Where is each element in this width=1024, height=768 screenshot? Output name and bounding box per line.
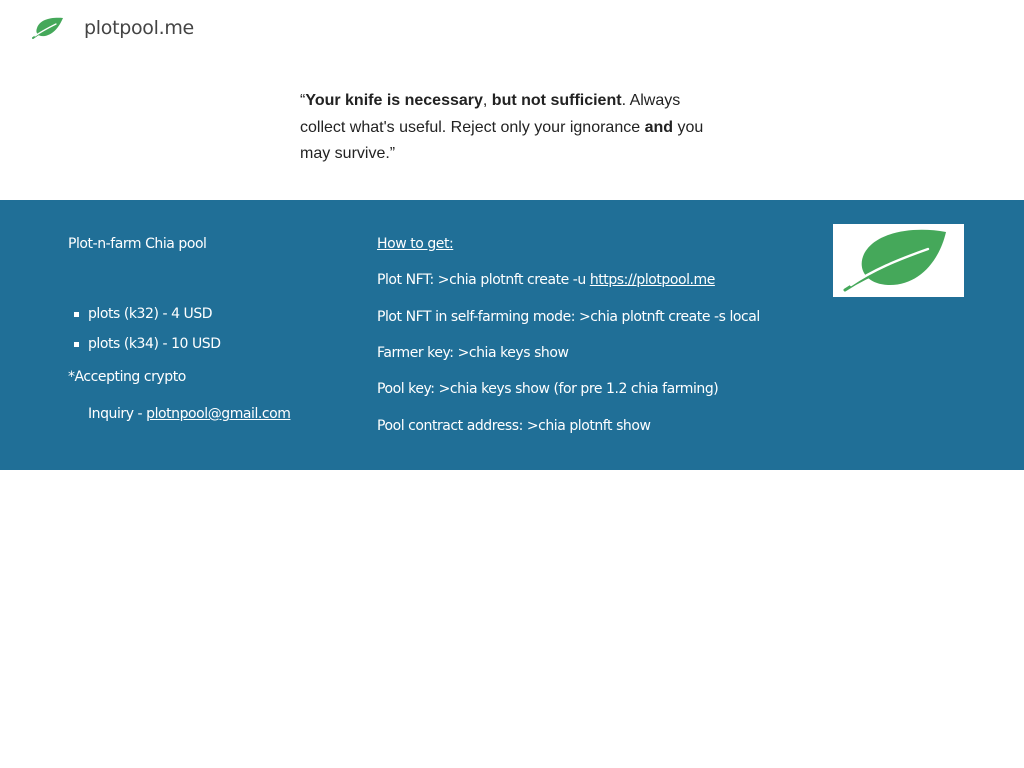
inquiry-email-link[interactable]: plotnpool@gmail.com [146, 406, 291, 422]
plotpool-url-link[interactable]: https://plotpool.me [590, 272, 716, 288]
how-to-heading: How to get: [377, 236, 454, 252]
price-list: plots (k32) - 4 USD plots (k34) - 10 USD [68, 304, 221, 364]
price-k34: plots (k34) - 10 USD [88, 336, 221, 352]
plot-nft-label: Plot NFT: >chia plotnft create -u [377, 272, 590, 288]
bullet-icon [74, 342, 79, 347]
list-item: plots (k34) - 10 USD [68, 334, 221, 364]
plot-nft-line: Plot NFT: >chia plotnft create -u https:… [377, 272, 715, 288]
leaf-icon[interactable] [32, 16, 64, 40]
site-header: plotpool.me [0, 0, 1024, 60]
footer-logo [833, 224, 964, 297]
self-farming-line: Plot NFT in self-farming mode: >chia plo… [377, 309, 760, 325]
inquiry-line: Inquiry - plotnpool@gmail.com [88, 406, 291, 422]
list-item: plots (k32) - 4 USD [68, 304, 221, 334]
contract-address-line: Pool contract address: >chia plotnft sho… [377, 418, 651, 434]
leaf-icon [843, 229, 946, 292]
site-name-link[interactable]: plotpool.me [84, 17, 194, 39]
quote-bold-3: but not sufficient [491, 92, 622, 109]
site-footer: Plot-n-farm Chia pool plots (k32) - 4 US… [0, 200, 1024, 470]
quote-text-2: , [482, 92, 492, 109]
inquiry-label: Inquiry - [88, 406, 147, 422]
farmer-key-line: Farmer key: >chia keys show [377, 345, 569, 361]
quote-block: “Your knife is necessary, but not suffic… [300, 88, 720, 168]
how-to-get-link[interactable]: How to get: [377, 236, 454, 252]
quote-bold-1: Your knife is necessary [305, 92, 483, 109]
quote-bold-5: and [644, 118, 674, 136]
bullet-icon [74, 312, 79, 317]
price-k32: plots (k32) - 4 USD [88, 306, 213, 322]
pool-title: Plot-n-farm Chia pool [68, 236, 207, 252]
crypto-note: *Accepting crypto [68, 369, 186, 385]
pool-key-line: Pool key: >chia keys show (for pre 1.2 c… [377, 381, 719, 397]
